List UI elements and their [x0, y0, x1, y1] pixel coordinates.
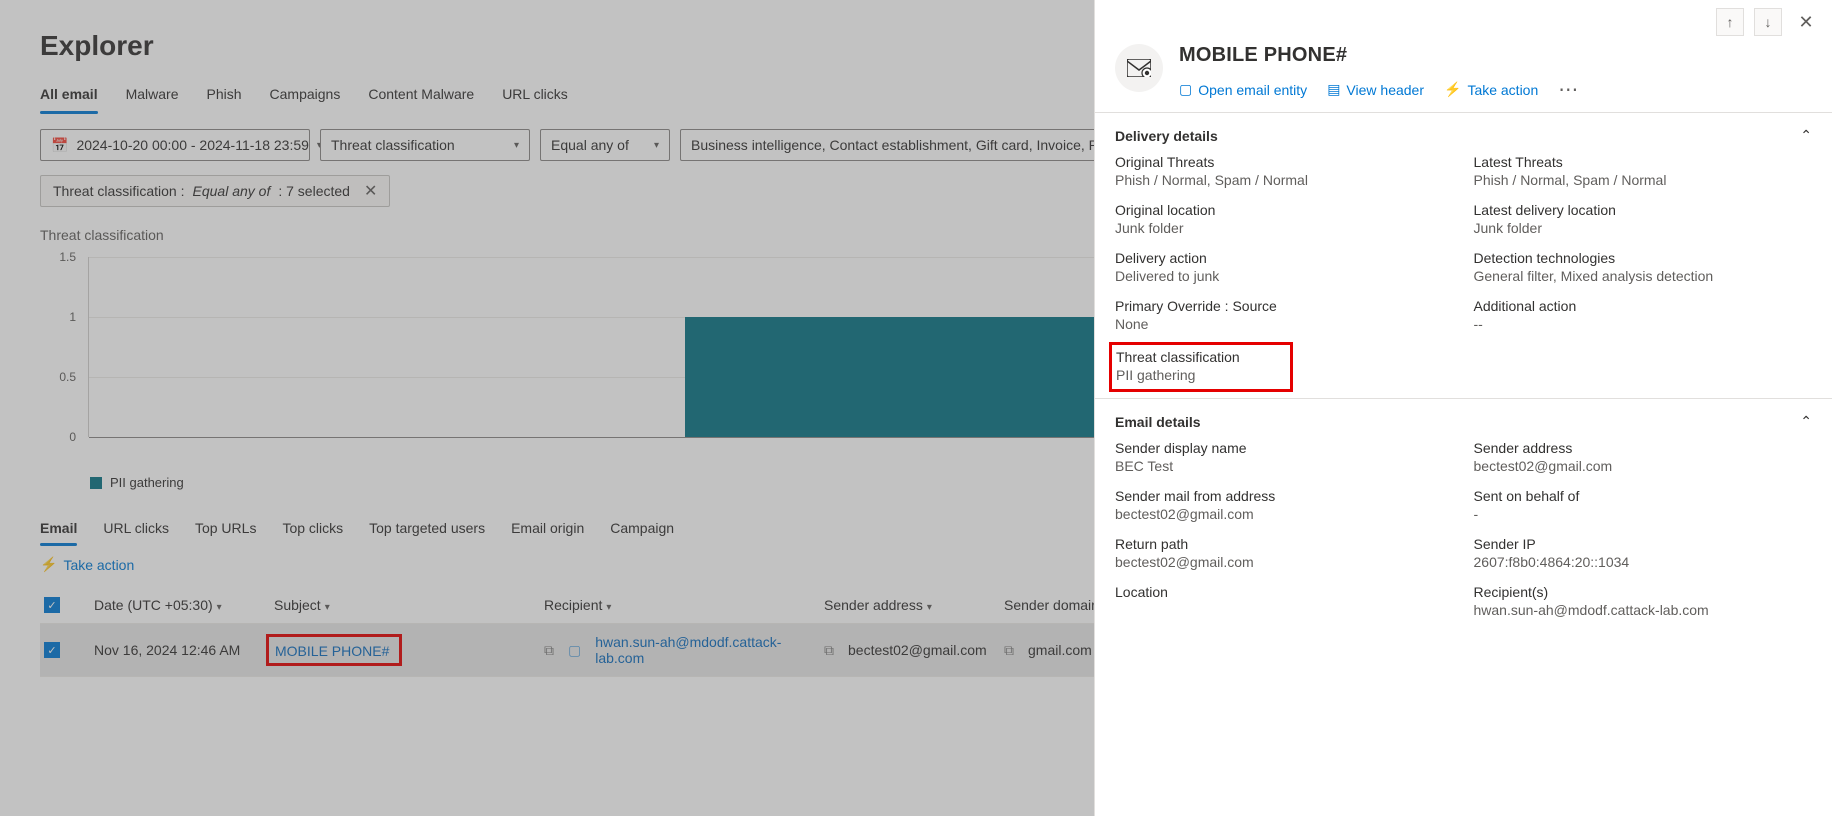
recipients-value: hwan.sun-ah@mdodf.cattack-lab.com	[1474, 602, 1813, 618]
additional-action-value: --	[1474, 316, 1813, 332]
delivery-details-section: Delivery details ⌃ Original Threats Phish…	[1095, 112, 1832, 398]
previous-button[interactable]: ↑	[1716, 8, 1744, 36]
delivery-action-value: Delivered to junk	[1115, 268, 1454, 284]
email-details-header[interactable]: Email details ⌃	[1115, 413, 1812, 430]
latest-threats-value: Phish / Normal, Spam / Normal	[1474, 172, 1813, 188]
location-label: Location	[1115, 584, 1454, 600]
lightning-icon: ⚡	[1444, 81, 1461, 98]
arrow-down-icon: ↓	[1765, 14, 1772, 30]
latest-threats-label: Latest Threats	[1474, 154, 1813, 170]
delivery-details-header[interactable]: Delivery details ⌃	[1115, 127, 1812, 144]
chevron-up-icon: ⌃	[1800, 413, 1812, 430]
panel-take-action-button[interactable]: ⚡ Take action	[1444, 81, 1538, 98]
original-threats-value: Phish / Normal, Spam / Normal	[1115, 172, 1454, 188]
email-details-title: Email details	[1115, 414, 1201, 430]
sender-address-label: Sender address	[1474, 440, 1813, 456]
latest-location-label: Latest delivery location	[1474, 202, 1813, 218]
sender-display-name-label: Sender display name	[1115, 440, 1454, 456]
original-threats-label: Original Threats	[1115, 154, 1454, 170]
sender-ip-label: Sender IP	[1474, 536, 1813, 552]
panel-title: MOBILE PHONE#	[1179, 44, 1812, 67]
sender-ip-value: 2607:f8b0:4864:20::1034	[1474, 554, 1813, 570]
delivery-details-title: Delivery details	[1115, 128, 1218, 144]
latest-location-value: Junk folder	[1474, 220, 1813, 236]
sender-mail-from-label: Sender mail from address	[1115, 488, 1454, 504]
delivery-action-label: Delivery action	[1115, 250, 1454, 266]
header-icon: ▤	[1327, 81, 1340, 98]
recipients-label: Recipient(s)	[1474, 584, 1813, 600]
arrow-up-icon: ↑	[1727, 14, 1734, 30]
additional-action-label: Additional action	[1474, 298, 1813, 314]
original-location-label: Original location	[1115, 202, 1454, 218]
email-entity-icon	[1115, 44, 1163, 92]
return-path-value: bectest02@gmail.com	[1115, 554, 1454, 570]
chevron-up-icon: ⌃	[1800, 127, 1812, 144]
primary-override-value: None	[1115, 316, 1454, 332]
details-panel: ↑ ↓ ✕ MOBILE PHONE# ▢ Open email entity …	[1094, 0, 1832, 816]
detection-tech-value: General filter, Mixed analysis detection	[1474, 268, 1813, 284]
close-icon: ✕	[1798, 12, 1813, 33]
sent-on-behalf-value: -	[1474, 506, 1813, 522]
view-header-button[interactable]: ▤ View header	[1327, 81, 1424, 98]
sender-mail-from-value: bectest02@gmail.com	[1115, 506, 1454, 522]
detection-tech-label: Detection technologies	[1474, 250, 1813, 266]
sent-on-behalf-label: Sent on behalf of	[1474, 488, 1813, 504]
original-location-value: Junk folder	[1115, 220, 1454, 236]
open-email-entity-button[interactable]: ▢ Open email entity	[1179, 81, 1307, 98]
open-icon: ▢	[1179, 81, 1192, 98]
panel-take-action-label: Take action	[1467, 82, 1538, 98]
open-email-entity-label: Open email entity	[1198, 82, 1307, 98]
sender-display-name-value: BEC Test	[1115, 458, 1454, 474]
sender-address-value: bectest02@gmail.com	[1474, 458, 1813, 474]
email-details-section: Email details ⌃ Sender display name BEC T…	[1095, 398, 1832, 624]
threat-classification-label: Threat classification	[1116, 349, 1240, 365]
primary-override-label: Primary Override : Source	[1115, 298, 1454, 314]
close-panel-button[interactable]: ✕	[1792, 8, 1820, 36]
threat-classification-value: PII gathering	[1116, 367, 1240, 383]
return-path-label: Return path	[1115, 536, 1454, 552]
next-button[interactable]: ↓	[1754, 8, 1782, 36]
view-header-label: View header	[1346, 82, 1424, 98]
more-actions-button[interactable]: ⋯	[1558, 77, 1580, 102]
